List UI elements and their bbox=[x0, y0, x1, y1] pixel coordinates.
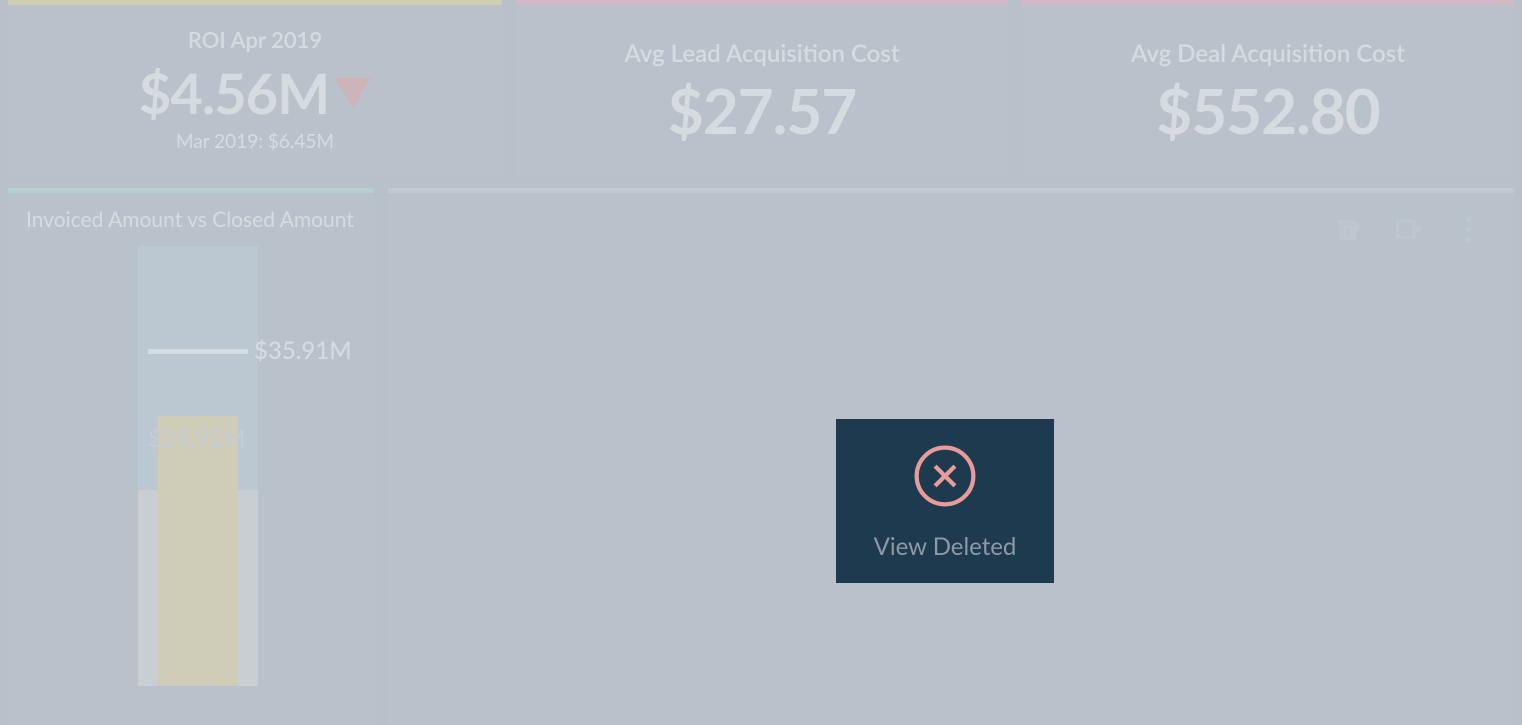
kpi-value: $552.80 bbox=[1156, 74, 1379, 148]
undo-delete-icon[interactable] bbox=[1332, 213, 1364, 245]
chart-actual-label: $29.92M bbox=[148, 424, 246, 453]
kpi-value: $4.56M bbox=[139, 59, 371, 126]
panel-invoiced-vs-closed[interactable]: Invoiced Amount vs Closed Amount $35.91M… bbox=[8, 188, 374, 725]
more-icon[interactable] bbox=[1452, 213, 1484, 245]
chart-target-marker bbox=[148, 349, 248, 354]
kpi-title: Avg Deal Acquisition Cost bbox=[1131, 39, 1405, 68]
toast-message: View Deleted bbox=[874, 532, 1017, 561]
kpi-subtext: Mar 2019: $6.45M bbox=[176, 130, 334, 153]
kpi-value-text: $4.56M bbox=[139, 59, 329, 126]
kpi-card-lead-cost[interactable]: Avg Lead Acquisition Cost $27.57 bbox=[516, 0, 1008, 176]
kpi-title: ROI Apr 2019 bbox=[188, 26, 322, 53]
chart-actual-bar bbox=[158, 416, 238, 686]
kpi-value: $27.57 bbox=[668, 74, 857, 148]
chart-target-label: $35.91M bbox=[254, 336, 352, 365]
view-deleted-toast: View Deleted bbox=[836, 419, 1054, 583]
trend-down-icon bbox=[335, 78, 371, 108]
export-icon[interactable] bbox=[1392, 213, 1424, 245]
error-circle-icon bbox=[911, 442, 979, 514]
kpi-card-deal-cost[interactable]: Avg Deal Acquisition Cost $552.80 bbox=[1022, 0, 1514, 176]
bullet-chart: $35.91M $29.92M bbox=[68, 246, 318, 686]
kpi-title: Avg Lead Acquisition Cost bbox=[624, 39, 899, 68]
kpi-card-roi[interactable]: ROI Apr 2019 $4.56M Mar 2019: $6.45M bbox=[8, 0, 502, 176]
panel-title: Invoiced Amount vs Closed Amount bbox=[8, 193, 374, 246]
panel-toolbar bbox=[1332, 213, 1484, 245]
